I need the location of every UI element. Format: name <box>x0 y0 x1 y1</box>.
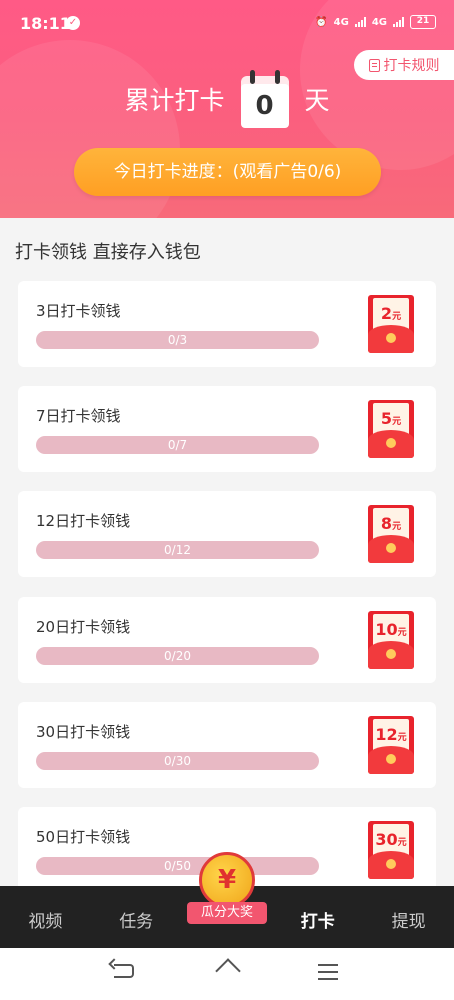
progress-bar: 0/3 <box>36 331 319 349</box>
jackpot-button[interactable]: ¥ 瓜分大奖 <box>187 852 267 928</box>
reward-amount: 12 <box>375 724 398 744</box>
nav-tasks[interactable]: 任务 <box>91 903 182 932</box>
reward-unit: 元 <box>392 522 402 533</box>
reward-unit: 元 <box>397 732 407 743</box>
reward-label: 30日打卡领钱 <box>36 722 131 741</box>
red-envelope-icon[interactable]: 2元 <box>368 295 414 353</box>
progress-bar: 0/20 <box>36 646 319 665</box>
title-suffix: 天 <box>304 86 330 115</box>
reward-label: 7日打卡领钱 <box>36 407 121 426</box>
progress-bar: 0/50 <box>36 857 319 875</box>
progress-bar: 0/12 <box>36 541 319 560</box>
progress-text: 0/3 <box>167 333 188 347</box>
signal-icon <box>354 17 366 27</box>
jackpot-label: 瓜分大奖 <box>187 902 267 924</box>
battery-icon: 21 <box>410 15 436 29</box>
alarm-icon: ⏰ <box>315 16 328 28</box>
progress-text: 0/7 <box>167 438 188 453</box>
reward-amount: 10 <box>375 619 398 639</box>
progress-bar: 0/7 <box>36 436 319 455</box>
nav-video[interactable]: 视频 <box>0 903 91 932</box>
home-icon[interactable] <box>216 966 238 982</box>
days-count: 0 <box>240 84 289 128</box>
red-envelope-icon[interactable]: 5元 <box>368 400 414 459</box>
status-time: 18:11 <box>20 14 71 33</box>
reward-unit: 元 <box>397 838 407 848</box>
reward-card[interactable]: 3日打卡领钱 0/3 2元 <box>18 281 436 367</box>
reward-amount: 5 <box>380 409 393 429</box>
reward-unit: 元 <box>392 417 402 428</box>
progress-text: 0/12 <box>164 543 191 558</box>
reward-label: 3日打卡领钱 <box>36 302 121 320</box>
reward-unit: 元 <box>392 312 402 322</box>
section-title: 打卡领钱 直接存入钱包 <box>15 242 201 263</box>
reward-card[interactable]: 12日打卡领钱 0/12 8元 <box>18 491 436 578</box>
reward-card[interactable]: 30日打卡领钱 0/30 12元 <box>18 701 436 788</box>
header: 18:11 ✓ ⏰ 4G 4G 21 打卡规则 累计打卡 0 天 今日打卡进度：… <box>0 0 454 218</box>
signal-icon-2 <box>393 17 404 27</box>
today-progress-button[interactable]: 今日打卡进度：(观看广告0/6) <box>74 148 381 196</box>
red-envelope-icon[interactable]: 8元 <box>368 505 414 564</box>
progress-bar: 0/30 <box>36 751 319 770</box>
menu-icon[interactable] <box>318 964 338 980</box>
system-nav <box>0 948 454 1000</box>
reward-label: 12日打卡领钱 <box>36 512 131 531</box>
progress-text: 0/30 <box>164 753 191 768</box>
reward-unit: 元 <box>397 627 407 638</box>
red-envelope-icon[interactable]: 30元 <box>368 821 414 879</box>
reward-card[interactable]: 7日打卡领钱 0/7 5元 <box>18 386 436 473</box>
reward-amount: 30 <box>375 830 398 849</box>
coin-icon: ¥ <box>199 852 255 908</box>
red-envelope-icon[interactable]: 10元 <box>368 610 414 669</box>
title-prefix: 累计打卡 <box>124 86 225 115</box>
reward-amount: 2 <box>380 304 393 323</box>
network-label-2: 4G <box>371 16 387 28</box>
notification-icon: ✓ <box>66 16 80 30</box>
reward-amount: 8 <box>380 514 393 534</box>
network-label-1: 4G <box>333 16 349 28</box>
reward-label: 20日打卡领钱 <box>36 617 131 636</box>
nav-checkin[interactable]: 打卡 <box>272 903 363 932</box>
checkin-total: 累计打卡 0 天 <box>0 70 454 128</box>
nav-withdraw[interactable]: 提现 <box>363 903 454 932</box>
calendar-icon: 0 <box>240 70 289 128</box>
reward-card[interactable]: 20日打卡领钱 0/20 10元 <box>18 596 436 683</box>
back-icon[interactable] <box>114 964 134 978</box>
red-envelope-icon[interactable]: 12元 <box>368 715 414 774</box>
status-bar: 18:11 ✓ ⏰ 4G 4G 21 <box>0 0 454 48</box>
reward-label: 50日打卡领钱 <box>36 828 131 846</box>
progress-text: 0/20 <box>164 648 191 663</box>
